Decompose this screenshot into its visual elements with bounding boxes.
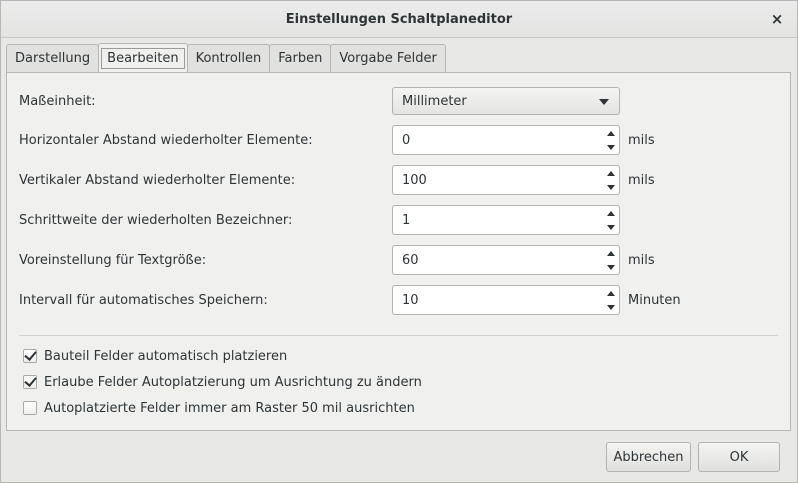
increment-arrow-icon[interactable] [603,126,619,140]
spin-buttons [603,206,619,234]
decrement-arrow-icon[interactable] [603,300,619,314]
label-step-spinner[interactable]: 1 [392,205,620,235]
tab-label: Vorgabe Felder [339,51,437,66]
cancel-button[interactable]: Abbrechen [606,442,691,472]
tab-label: Bearbeiten [101,48,185,69]
dialog-title: Einstellungen Schaltplaneditor [285,11,513,27]
text-size-value[interactable]: 60 [393,253,619,268]
label-step-label: Schrittweite der wiederholten Bezeichner… [19,212,293,228]
v-spacing-row: Vertikaler Abstand wiederholter Elemente… [19,165,779,195]
text-size-spinner[interactable]: 60 [392,245,620,275]
autosave-spinner[interactable]: 10 [392,285,620,315]
spin-buttons [603,166,619,194]
tab-bearbeiten[interactable]: Bearbeiten [98,43,188,73]
text-size-label: Voreinstellung für Textgröße: [19,252,207,268]
v-spacing-unit: mils [628,172,655,188]
unit-dropdown[interactable]: Millimeter [392,87,620,115]
check-label: Erlaube Felder Autoplatzierung um Ausric… [44,374,422,390]
tab-bar: Darstellung Bearbeiten Kontrollen Farben… [6,43,446,73]
tab-kontrollen[interactable]: Kontrollen [186,44,271,72]
unit-dropdown-value: Millimeter [402,93,467,109]
separator [19,335,778,336]
spin-buttons [603,286,619,314]
checkbox-icon[interactable] [23,375,37,389]
v-spacing-spinner[interactable]: 100 [392,165,620,195]
autosave-label: Intervall für automatisches Speichern: [19,292,268,308]
autosave-unit: Minuten [628,292,681,308]
check-label: Bauteil Felder automatisch platzieren [44,348,288,364]
spin-buttons [603,126,619,154]
check-align-to-grid[interactable]: Autoplatzierte Felder immer am Raster 50… [23,397,415,419]
label-step-row: Schrittweite der wiederholten Bezeichner… [19,205,779,235]
increment-arrow-icon[interactable] [603,166,619,180]
tab-label: Kontrollen [195,51,262,66]
unit-row: Maßeinheit: Millimeter [19,86,779,116]
decrement-arrow-icon[interactable] [603,260,619,274]
tab-darstellung[interactable]: Darstellung [6,44,100,72]
v-spacing-value[interactable]: 100 [393,173,619,188]
tab-label: Darstellung [15,51,91,66]
spin-buttons [603,246,619,274]
label-step-value[interactable]: 1 [393,213,619,228]
unit-label: Maßeinheit: [19,93,96,109]
checkbox-icon[interactable] [23,349,37,363]
tab-vorgabe-felder[interactable]: Vorgabe Felder [330,44,446,72]
titlebar: Einstellungen Schaltplaneditor × [1,1,797,38]
h-spacing-spinner[interactable]: 0 [392,125,620,155]
autosave-value[interactable]: 10 [393,293,619,308]
autosave-row: Intervall für automatisches Speichern: 1… [19,285,779,315]
increment-arrow-icon[interactable] [603,206,619,220]
close-icon[interactable]: × [767,9,787,29]
checkbox-icon[interactable] [23,401,37,415]
h-spacing-unit: mils [628,132,655,148]
tab-panel-bearbeiten: Maßeinheit: Millimeter Horizontaler Abst… [6,72,791,431]
h-spacing-row: Horizontaler Abstand wiederholter Elemen… [19,125,779,155]
text-size-row: Voreinstellung für Textgröße: 60 mils [19,245,779,275]
preferences-dialog: Einstellungen Schaltplaneditor × Darstel… [0,0,798,483]
increment-arrow-icon[interactable] [603,286,619,300]
chevron-down-icon [599,99,609,105]
check-auto-place-fields[interactable]: Bauteil Felder automatisch platzieren [23,345,287,367]
increment-arrow-icon[interactable] [603,246,619,260]
decrement-arrow-icon[interactable] [603,180,619,194]
decrement-arrow-icon[interactable] [603,220,619,234]
v-spacing-label: Vertikaler Abstand wiederholter Elemente… [19,172,296,188]
text-size-unit: mils [628,252,655,268]
check-label: Autoplatzierte Felder immer am Raster 50… [44,400,415,416]
tab-label: Farben [278,51,323,66]
h-spacing-value[interactable]: 0 [393,133,619,148]
ok-button[interactable]: OK [698,442,780,472]
decrement-arrow-icon[interactable] [603,140,619,154]
check-allow-justify[interactable]: Erlaube Felder Autoplatzierung um Ausric… [23,371,422,393]
h-spacing-label: Horizontaler Abstand wiederholter Elemen… [19,132,313,148]
tab-farben[interactable]: Farben [269,44,332,72]
